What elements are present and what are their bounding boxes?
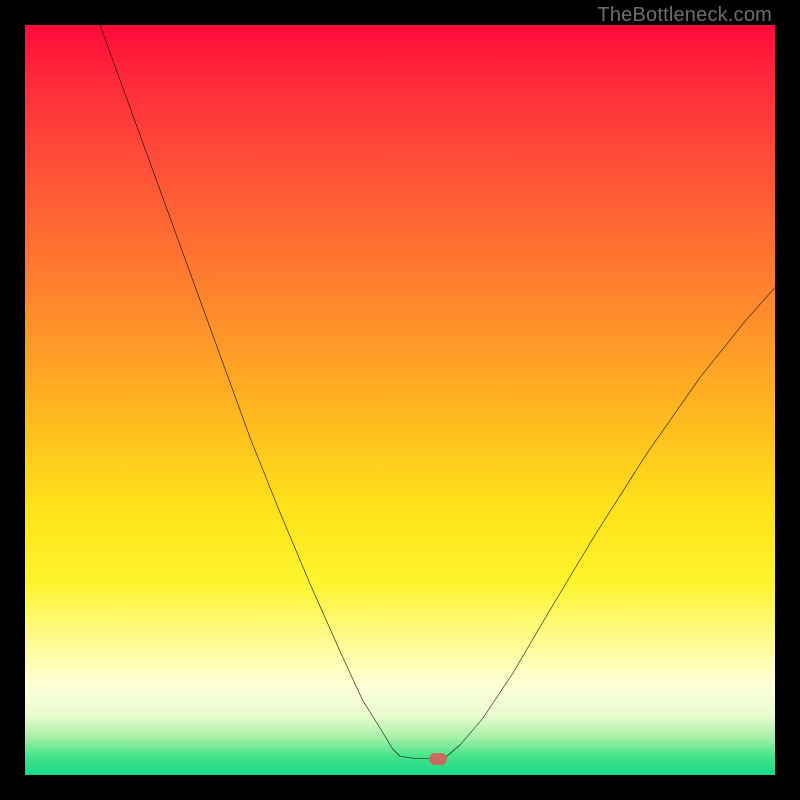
plot-area (25, 25, 775, 775)
bottleneck-curve (25, 25, 775, 775)
curve-path (100, 25, 775, 759)
attribution-text: TheBottleneck.com (597, 4, 772, 27)
optimal-marker (429, 753, 447, 765)
chart-frame: TheBottleneck.com (0, 0, 800, 800)
